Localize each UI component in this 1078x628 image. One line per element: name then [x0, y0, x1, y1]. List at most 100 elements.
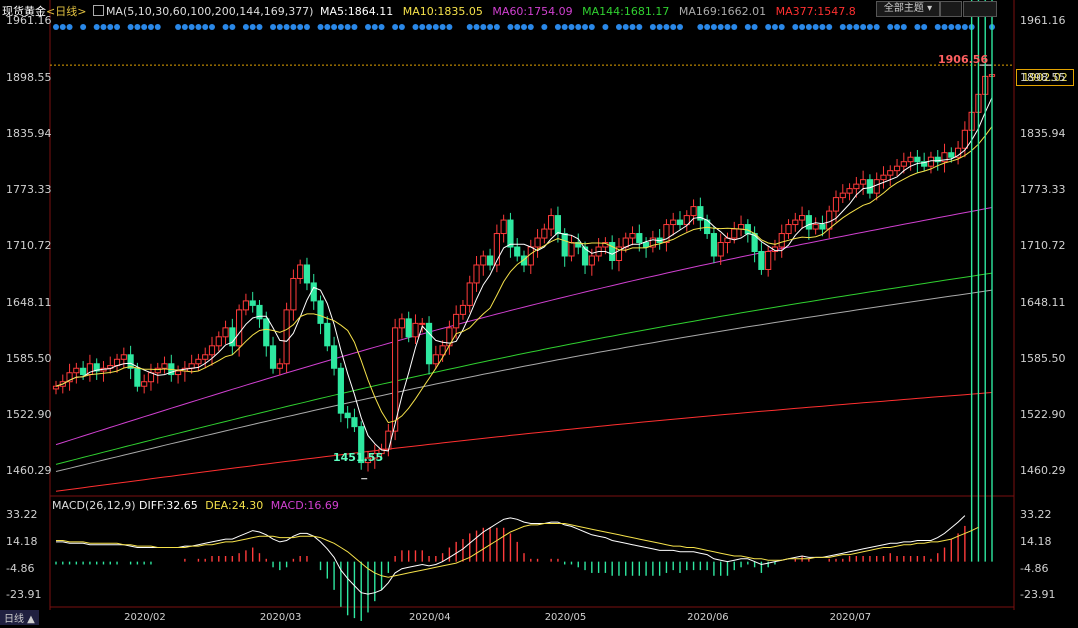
signal-dot [615, 24, 622, 30]
layout-button[interactable] [963, 1, 997, 17]
ma144-value: MA144:1681.17 [582, 5, 670, 18]
signal-dot [724, 24, 731, 30]
signal-dot [873, 24, 880, 30]
candle-body [398, 318, 406, 329]
candle-body [263, 318, 270, 347]
signal-dot [663, 24, 670, 30]
signal-dot [480, 24, 487, 30]
price-tick-right: 1835.94 [1020, 126, 1066, 140]
signal-dot [521, 24, 527, 30]
candle-body [866, 179, 874, 194]
candle-body [676, 219, 684, 226]
signal-dot [398, 24, 405, 30]
candle-body [52, 385, 60, 390]
signal-dot [704, 24, 711, 30]
candle-body [907, 156, 914, 163]
signal-dot [229, 24, 236, 30]
signal-dot [778, 24, 785, 30]
low-price-label: 1451.55 [333, 451, 384, 464]
signal-dot [297, 24, 304, 30]
signal-dot [941, 24, 948, 30]
signal-dot [392, 24, 399, 30]
signal-dot [853, 24, 860, 30]
signal-dot [365, 24, 371, 30]
signal-dot [751, 24, 758, 30]
candle-body [622, 237, 629, 248]
candle-body [887, 170, 894, 176]
signal-dot [93, 24, 100, 30]
signal-dot [487, 24, 494, 30]
candle-body [317, 300, 324, 324]
signal-dot [914, 24, 921, 30]
signal-dot [507, 24, 514, 30]
signal-dot [283, 24, 290, 30]
candle-body [310, 282, 317, 302]
candle-body [141, 381, 148, 387]
candle-body [174, 370, 182, 376]
ma5-line [55, 97, 993, 452]
candle-body [242, 300, 250, 311]
macd-params: MACD(26,12,9) [52, 499, 136, 512]
signal-dot [412, 24, 419, 30]
signal-dot [351, 24, 358, 30]
candle-body [737, 224, 745, 230]
candle-body [425, 322, 433, 365]
candle-body [744, 224, 751, 235]
candle-body [792, 219, 799, 226]
signal-dot [53, 24, 59, 30]
signal-dot [202, 24, 209, 30]
candle-body [588, 255, 595, 266]
macd-tick-left: 14.18 [6, 534, 38, 548]
candle-body [514, 246, 521, 257]
macd-tick-right: 14.18 [1020, 534, 1052, 548]
price-tick-left: 1648.11 [6, 295, 52, 309]
signal-dot [514, 24, 521, 30]
period-tab[interactable]: 日线 ▲ [0, 610, 39, 625]
signal-dot [710, 24, 717, 30]
signal-dot [466, 24, 473, 30]
signal-dot [629, 24, 636, 30]
theme-select-label: 全部主题 [883, 3, 924, 14]
ma144-line [55, 272, 993, 465]
candle-body [466, 282, 473, 306]
theme-select-button[interactable]: 全部主题 ▾ [876, 1, 940, 17]
signal-dot [147, 24, 154, 30]
price-tick-left: 1835.94 [6, 126, 52, 140]
macd-header: MACD(26,12,9) DIFF:32.65 DEA:24.30 MACD:… [52, 499, 339, 512]
signal-dot [154, 24, 161, 30]
candle-body [120, 354, 127, 360]
tool-button[interactable] [940, 1, 962, 17]
price-tick-left: 1585.50 [6, 351, 52, 365]
macd-tick-right: 33.22 [1020, 507, 1052, 521]
settings-icon[interactable] [92, 5, 104, 16]
macd-dea-value: DEA:24.30 [205, 499, 264, 512]
signal-dot [242, 24, 249, 30]
candle-body [636, 233, 643, 244]
candle-body [453, 313, 460, 329]
candle-body [290, 277, 297, 311]
candle-body [961, 129, 968, 149]
candle-body [486, 255, 494, 266]
signal-dot [195, 24, 202, 30]
ma-params: MA(5,10,30,60,100,200,144,169,377) [105, 5, 314, 18]
price-tick-right: 1773.33 [1020, 183, 1066, 197]
signal-dot [819, 24, 826, 30]
signal-dot [731, 24, 738, 30]
date-tick: 2020/06 [687, 612, 729, 623]
signal-dot [222, 24, 229, 30]
signal-dot [826, 24, 833, 30]
macd-tick-left: 33.22 [6, 507, 38, 521]
candle-body [778, 233, 785, 248]
signal-dot [256, 24, 263, 30]
signal-dot [717, 24, 724, 30]
chevron-down-icon: ▾ [927, 3, 933, 14]
chart-stage: 现货黄金<日线> MA(5,10,30,60,100,200,144,169,3… [0, 0, 1078, 625]
candle-body [134, 367, 141, 387]
signal-dot [114, 24, 121, 30]
candle-body [73, 367, 80, 374]
date-tick: 2020/07 [829, 612, 872, 623]
signal-dot [805, 24, 812, 30]
signal-dot [887, 24, 894, 30]
signal-dot [134, 24, 141, 30]
candle-body [161, 363, 168, 369]
